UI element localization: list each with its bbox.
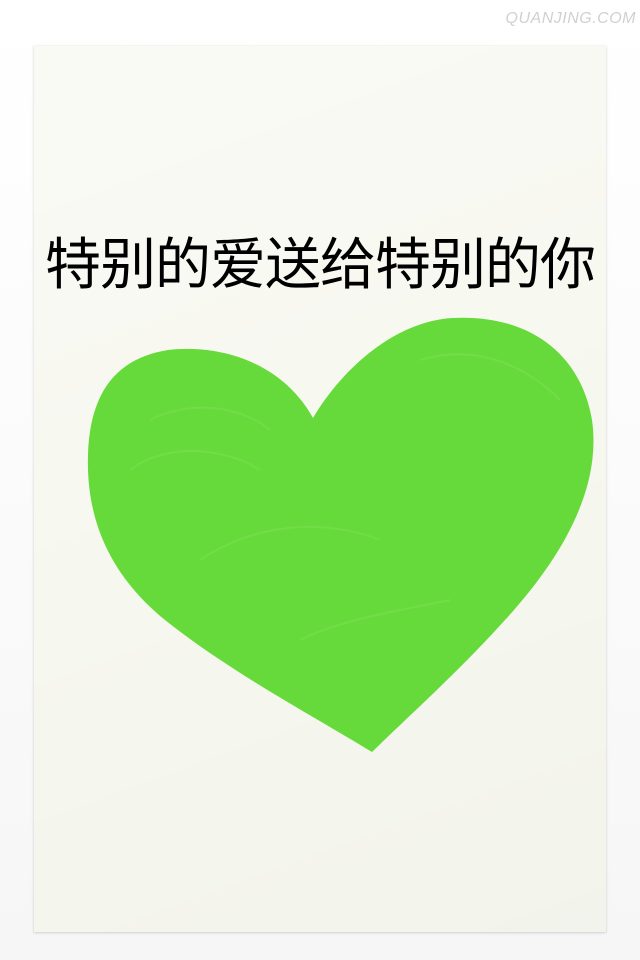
- watermark-text: QUANJING.COM: [505, 10, 636, 27]
- paper-card-shading: [34, 46, 606, 932]
- paper-card: [34, 46, 606, 932]
- card-headline: 特别的爱送给特别的你: [45, 233, 596, 298]
